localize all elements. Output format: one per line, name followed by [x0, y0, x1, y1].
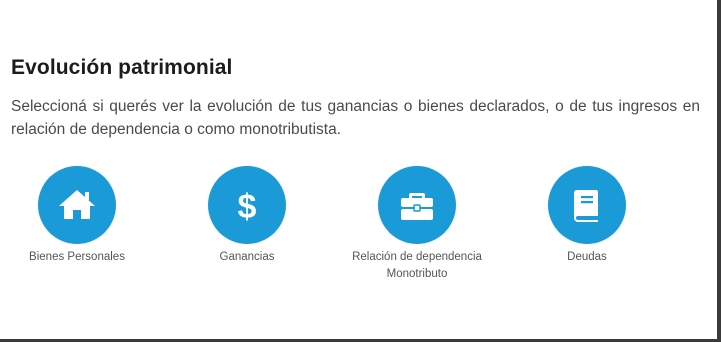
book-icon	[573, 190, 598, 222]
option-label: Deudas	[567, 251, 607, 263]
option-ganancias[interactable]: $ Ganancias	[167, 166, 327, 266]
option-label: Ganancias	[219, 251, 275, 263]
section-title: Evolución patrimonial	[11, 56, 233, 79]
dollar-icon: $	[238, 188, 257, 226]
option-circle[interactable]: $	[208, 166, 286, 244]
option-circle[interactable]	[378, 166, 456, 244]
option-label: Bienes Personales	[29, 251, 125, 263]
option-circle[interactable]	[548, 166, 626, 244]
option-label: Relación de dependencia Monotributo	[352, 251, 482, 280]
option-deudas[interactable]: Deudas	[507, 166, 667, 266]
svg-text:$: $	[238, 188, 257, 226]
briefcase-icon	[401, 193, 433, 220]
option-bienes-personales[interactable]: Bienes Personales	[0, 166, 157, 266]
section-description: Seleccioná si querés ver la evolución de…	[11, 98, 700, 138]
home-icon	[59, 190, 95, 219]
window-right-border	[717, 0, 721, 342]
option-circle[interactable]	[38, 166, 116, 244]
option-relacion-dependencia-monotributo[interactable]: Relación de dependencia Monotributo	[337, 166, 497, 283]
